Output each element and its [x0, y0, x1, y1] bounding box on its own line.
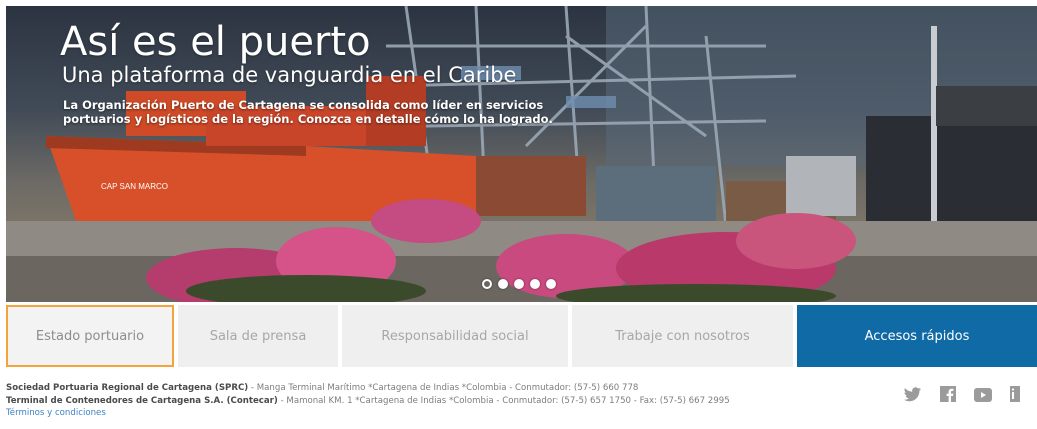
footer-contecar-name: Terminal de Contenedores de Cartagena S.… — [6, 395, 278, 406]
tab-accesos-rapidos[interactable]: Accesos rápidos — [797, 305, 1037, 367]
twitter-icon[interactable] — [904, 386, 922, 406]
carousel-dot-1[interactable] — [482, 279, 492, 289]
terms-link[interactable]: Términos y condiciones — [6, 407, 730, 420]
hero-title: Así es el puerto — [60, 19, 371, 65]
carousel-dot-3[interactable] — [514, 279, 524, 289]
quick-nav-tabs: Estado portuario Sala de prensa Responsa… — [6, 305, 1037, 367]
carousel-dots — [482, 279, 556, 289]
footer-line-contecar: Terminal de Contenedores de Cartagena S.… — [6, 395, 730, 408]
hero-description: La Organización Puerto de Cartagena se c… — [63, 98, 553, 126]
footer-sprc-name: Sociedad Portuaria Regional de Cartagena… — [6, 383, 249, 393]
tab-estado-portuario[interactable]: Estado portuario — [6, 305, 174, 367]
ship-name-label: CAP SAN MARCO — [101, 182, 168, 191]
footer-sprc-details: - Manga Terminal Marítimo *Cartagena de … — [248, 383, 639, 393]
carousel-dot-5[interactable] — [546, 279, 556, 289]
footer-contecar-details: - Mamonal KM. 1 *Cartagena de Indias *Co… — [277, 395, 730, 406]
carousel-dot-4[interactable] — [530, 279, 540, 289]
linkedin-icon[interactable] — [1010, 386, 1020, 406]
tab-sala-de-prensa[interactable]: Sala de prensa — [178, 305, 338, 367]
footer-info: Sociedad Portuaria Regional de Cartagena… — [6, 382, 730, 420]
footer-line-sprc: Sociedad Portuaria Regional de Cartagena… — [6, 382, 730, 395]
youtube-icon[interactable] — [974, 387, 992, 406]
tab-responsabilidad-social[interactable]: Responsabilidad social — [342, 305, 568, 367]
hero-subtitle: Una plataforma de vanguardia en el Carib… — [62, 63, 517, 87]
hero-banner[interactable]: CAP SAN MARCO Así es el puerto Una plata… — [6, 6, 1037, 302]
tab-trabaje-con-nosotros[interactable]: Trabaje con nosotros — [572, 305, 793, 367]
facebook-icon[interactable] — [940, 386, 956, 406]
social-links — [904, 386, 1020, 406]
carousel-dot-2[interactable] — [498, 279, 508, 289]
